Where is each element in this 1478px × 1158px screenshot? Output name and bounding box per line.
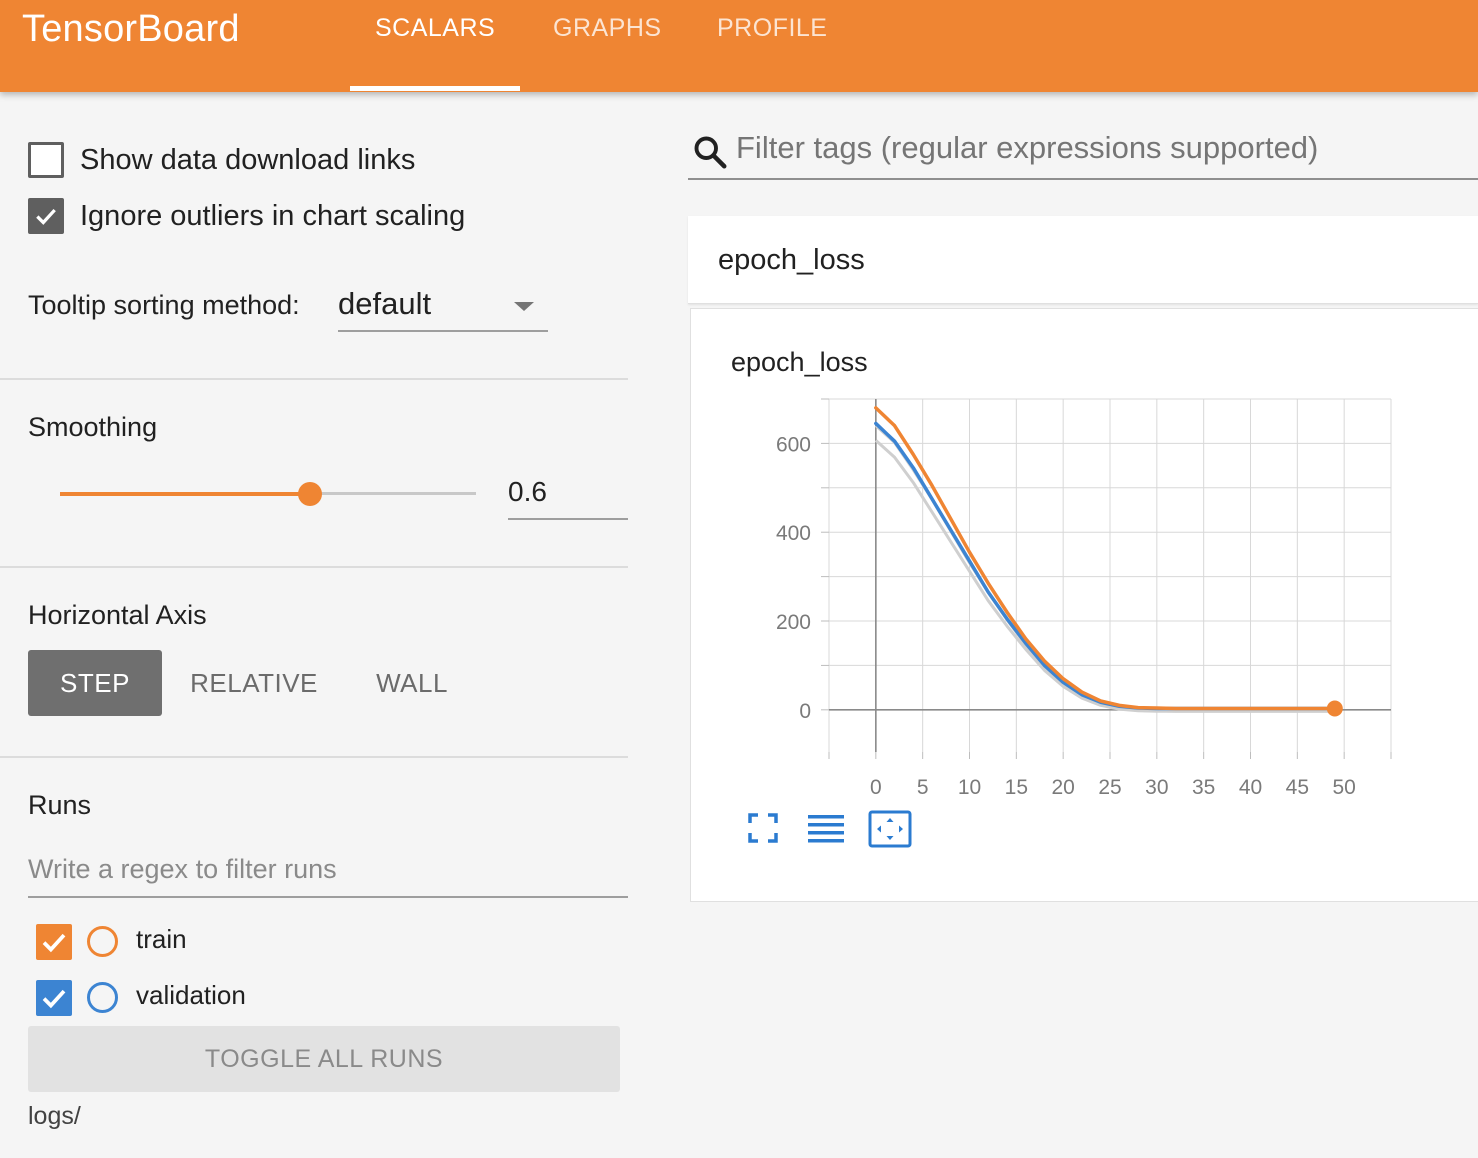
run-color-circle-train[interactable] [87, 926, 118, 957]
tooltip-sorting-value: default [338, 286, 432, 321]
x-tick-label: 35 [1192, 776, 1215, 799]
run-checkbox-train[interactable] [36, 924, 72, 960]
raw-series-line [874, 439, 1335, 713]
series-line-train [874, 406, 1337, 711]
horizontal-axis-title: Horizontal Axis [28, 600, 207, 630]
y-tick-label: 200 [776, 611, 811, 634]
ignore-outliers-checkbox[interactable] [28, 198, 64, 234]
tag-group-title: epoch_loss [718, 244, 865, 276]
x-tick-label: 50 [1332, 776, 1355, 799]
run-color-circle-validation[interactable] [87, 982, 118, 1013]
fit-domain-icon[interactable] [868, 810, 912, 848]
y-tick-label: 400 [776, 522, 811, 545]
run-label-validation: validation [136, 980, 246, 1010]
x-tick-label: 20 [1051, 776, 1074, 799]
axis-wall-button[interactable]: WALL [352, 650, 472, 716]
y-tick-label: 0 [799, 700, 811, 723]
ignore-outliers-label: Ignore outliers in chart scaling [80, 200, 466, 232]
checkmark-icon [36, 208, 56, 225]
tooltip-sorting-dropdown[interactable]: default [338, 282, 548, 332]
dropdown-arrow-icon [514, 302, 534, 311]
y-tick-label: 600 [776, 433, 811, 456]
chart-card: epoch_loss 0 5 10 15 20 25 30 35 40 45 50 0 200 400 60… [690, 308, 1478, 902]
raw-series-line [874, 424, 1335, 713]
runs-title: Runs [28, 790, 92, 820]
sidebar: Show data download links Ignore outliers… [0, 92, 628, 1158]
tab-profile[interactable]: PROFILE [717, 14, 827, 54]
tooltip-sorting-label: Tooltip sorting method: [28, 290, 300, 320]
x-tick-label: 15 [1005, 776, 1028, 799]
search-icon [694, 136, 727, 169]
show-download-links-checkbox[interactable] [28, 142, 64, 178]
run-checkbox-validation[interactable] [36, 980, 72, 1016]
section-divider [0, 378, 628, 380]
tag-group-header[interactable]: epoch_loss [688, 216, 1478, 304]
x-tick-label: 40 [1239, 776, 1262, 799]
fullscreen-icon[interactable] [747, 812, 779, 844]
x-tick-label: 30 [1145, 776, 1168, 799]
checkmark-icon [42, 933, 66, 953]
tag-filter[interactable]: Filter tags (regular expressions support… [688, 120, 1478, 180]
smoothing-slider-fill [60, 492, 310, 496]
axis-step-button[interactable]: STEP [28, 650, 162, 716]
x-tick-label: 5 [917, 776, 929, 799]
x-tick-label: 25 [1098, 776, 1121, 799]
run-label-train: train [136, 924, 187, 954]
smoothing-title: Smoothing [28, 412, 158, 442]
tag-filter-input[interactable]: Filter tags (regular expressions support… [736, 130, 1318, 166]
log-directory: logs/ [28, 1102, 81, 1130]
series-endpoint-marker [1326, 700, 1343, 717]
active-tab-indicator [350, 86, 520, 91]
tab-scalars[interactable]: SCALARS [375, 14, 495, 54]
runs-filter-input[interactable]: Write a regex to filter runs [28, 848, 628, 898]
top-bar: TensorBoard SCALARS GRAPHS PROFILE [0, 0, 1478, 92]
show-download-links-label: Show data download links [80, 144, 416, 176]
lines-icon[interactable] [807, 812, 845, 846]
section-divider [0, 756, 628, 758]
toggle-all-runs-button[interactable]: TOGGLE ALL RUNS [28, 1026, 620, 1092]
tab-graphs[interactable]: GRAPHS [553, 14, 662, 54]
app-title: TensorBoard [22, 8, 240, 50]
checkmark-icon [42, 989, 66, 1009]
axis-relative-button[interactable]: RELATIVE [186, 650, 322, 716]
section-divider [0, 566, 628, 568]
x-tick-label: 45 [1286, 776, 1309, 799]
smoothing-value-input[interactable]: 0.6 [508, 474, 628, 520]
smoothing-slider-knob[interactable] [298, 482, 322, 506]
x-tick-label: 0 [870, 776, 882, 799]
x-tick-label: 10 [958, 776, 981, 799]
